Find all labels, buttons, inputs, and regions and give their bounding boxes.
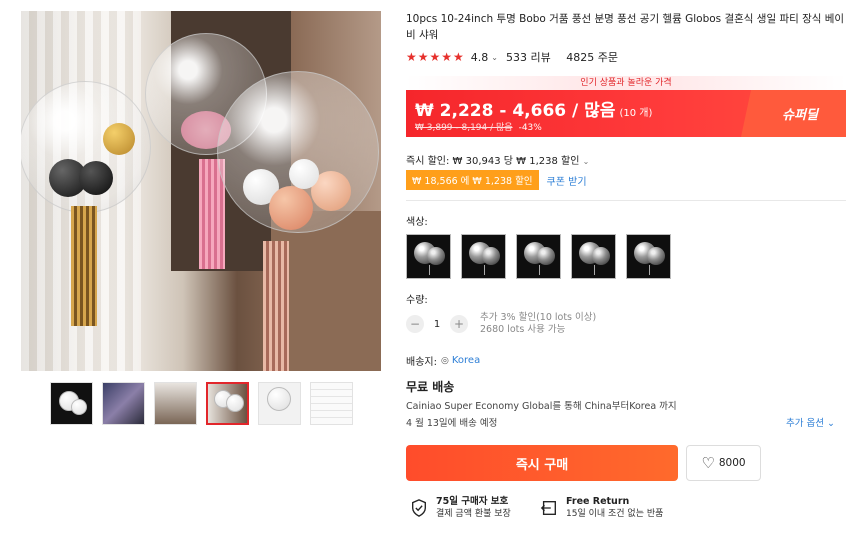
thumbnail-4[interactable] <box>206 382 249 425</box>
buy-now-button[interactable]: 즉시 구매 <box>406 445 678 481</box>
quantity-note: 추가 3% 할인(10 lots 이상) 2680 lots 사용 가능 <box>480 312 596 336</box>
rating-value: 4.8 <box>470 50 489 64</box>
shield-check-icon <box>412 499 426 517</box>
thumbnail-6[interactable] <box>310 382 353 425</box>
review-count[interactable]: 533 리뷰 <box>506 49 551 65</box>
thumbnail-3[interactable] <box>154 382 197 425</box>
thumbnail-2[interactable] <box>102 382 145 425</box>
location-pin-icon: ◎ <box>440 355 449 366</box>
color-swatch-4[interactable] <box>571 234 616 279</box>
product-title: 10pcs 10-24inch 투명 Bobo 거품 풍선 분명 풍선 공기 헬… <box>406 13 845 41</box>
thumbnail-strip <box>50 382 353 426</box>
ship-to-row[interactable]: 배송지: ◎ Korea <box>406 353 480 368</box>
color-swatches <box>406 234 671 279</box>
tassel-gold <box>71 206 97 326</box>
protection-sub: 결제 금액 환불 보장 <box>436 509 511 519</box>
thumbnail-5[interactable] <box>258 382 301 425</box>
color-swatch-3[interactable] <box>516 234 561 279</box>
price-range: ₩ 2,228 - 4,666 / 많음 (10 개) <box>415 101 653 121</box>
ship-to-label: 배송지: <box>406 357 437 368</box>
protection-title: 75일 구매자 보호 <box>436 496 509 507</box>
quantity-label: 수량: <box>406 295 428 306</box>
bulk-discount-note: 추가 3% 할인(10 lots 이상) <box>480 312 597 323</box>
quantity-minus-button[interactable]: − <box>406 315 424 333</box>
color-swatch-5[interactable] <box>626 234 671 279</box>
price-box: ₩ 2,228 - 4,666 / 많음 (10 개) ₩ 3,899 - 8,1… <box>406 90 846 137</box>
color-swatch-1[interactable] <box>406 234 451 279</box>
inner-balloon-black-2 <box>79 161 113 195</box>
quantity-stepper: − 1 + 추가 3% 할인(10 lots 이상) 2680 lots 사용 … <box>406 312 596 336</box>
quantity-value[interactable]: 1 <box>424 319 450 330</box>
chevron-down-icon: ⌄ <box>582 157 590 166</box>
unit-note: (10 개) <box>619 108 653 119</box>
rating-separator <box>557 51 561 64</box>
inner-balloon-white-2 <box>289 159 319 189</box>
ship-to-country[interactable]: Korea <box>452 355 480 366</box>
heart-icon: ♡ <box>701 454 715 472</box>
coupon-badge: ₩ 18,566 에 ₩ 1,238 할인 <box>406 170 539 190</box>
free-return: Free Return 15일 이내 조건 없는 반품 <box>540 496 663 521</box>
tassel-rose <box>263 241 289 371</box>
stock-note: 2680 lots 사용 가능 <box>480 324 566 335</box>
inner-balloon-rose <box>269 186 313 230</box>
color-label: 색상: <box>406 217 428 228</box>
free-shipping-label: 무료 배송 <box>406 380 455 394</box>
color-swatch-2[interactable] <box>461 234 506 279</box>
promo-label: 인기 상품과 놀라운 가격 <box>406 76 846 90</box>
original-price-row: ₩ 3,899 - 8,194 / 많음 -43% <box>415 120 542 133</box>
delivery-date: 4 월 13일에 배송 예정 <box>406 418 498 429</box>
instant-discount[interactable]: 즉시 할인: ₩ 30,943 당 ₩ 1,238 할인 ⌄ <box>406 152 589 167</box>
divider <box>406 200 846 201</box>
buyer-protection: 75일 구매자 보호 결제 금액 환불 보장 <box>410 496 511 521</box>
thumbnail-1[interactable] <box>50 382 93 425</box>
free-return-title: Free Return <box>566 496 630 507</box>
inner-balloon-gold <box>103 123 135 155</box>
get-coupon-link[interactable]: 쿠폰 받기 <box>547 173 587 188</box>
rating-stars: ★★★★★ <box>406 50 465 64</box>
free-return-sub: 15일 이내 조건 없는 반품 <box>566 509 664 519</box>
return-icon <box>540 501 556 515</box>
more-shipping-options-link[interactable]: 추가 옵션 ⌄ <box>786 415 835 429</box>
original-price: ₩ 3,899 - 8,194 / 많음 <box>415 123 513 133</box>
quantity-plus-button[interactable]: + <box>450 315 468 333</box>
main-product-image[interactable] <box>21 11 381 371</box>
wishlist-button[interactable]: ♡ 8000 <box>686 445 761 481</box>
chevron-down-icon[interactable]: ⌄ <box>491 53 498 62</box>
wishlist-count: 8000 <box>718 457 746 469</box>
chevron-down-icon: ⌄ <box>827 418 835 429</box>
rating-row: ★★★★★ 4.8 ⌄ 533 리뷰 4825 주문 <box>406 49 618 65</box>
shipping-method: Cainiao Super Economy Global를 통해 China부터… <box>406 401 677 412</box>
coupon-row: ₩ 18,566 에 ₩ 1,238 할인 쿠폰 받기 <box>406 170 587 190</box>
order-count: 4825 주문 <box>566 51 618 64</box>
discount-badge: -43% <box>518 123 542 133</box>
super-deal-label: 슈퍼딜 <box>782 108 818 123</box>
